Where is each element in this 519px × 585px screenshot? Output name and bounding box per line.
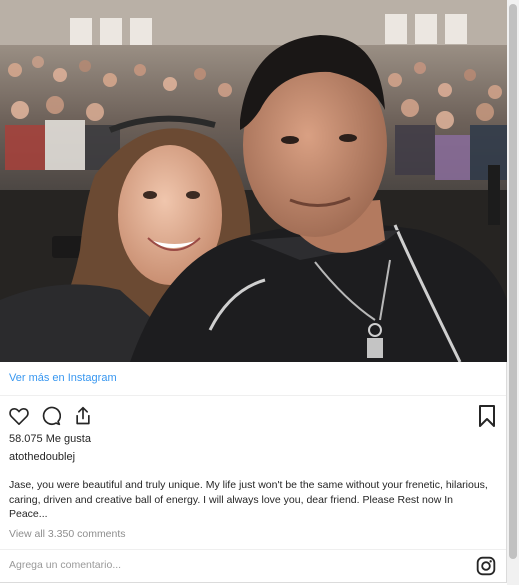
comment-bar [0, 550, 506, 583]
instagram-icon[interactable] [476, 556, 496, 576]
instagram-embed: Ver más en Instagram 58.075 Me gusta ato… [0, 0, 507, 583]
like-count[interactable]: 58.075 Me gusta [9, 433, 91, 445]
share-icon[interactable] [72, 405, 94, 427]
scrollbar-thumb[interactable] [509, 4, 517, 559]
comment-bubble-icon[interactable] [40, 405, 62, 427]
selfie-image [0, 0, 507, 362]
bookmark-icon[interactable] [477, 405, 499, 427]
heart-icon[interactable] [8, 405, 30, 427]
username[interactable]: atothedoublej [9, 451, 75, 463]
view-more-on-instagram-link[interactable]: Ver más en Instagram [9, 372, 117, 384]
scrollbar[interactable] [507, 0, 519, 585]
action-bar [8, 405, 94, 427]
post-caption: Jase, you were beautiful and truly uniqu… [9, 479, 488, 520]
view-all-comments-link[interactable]: View all 3.350 comments [9, 528, 126, 540]
divider [0, 395, 506, 396]
comment-input[interactable] [9, 559, 409, 571]
post-photo[interactable] [0, 0, 507, 362]
